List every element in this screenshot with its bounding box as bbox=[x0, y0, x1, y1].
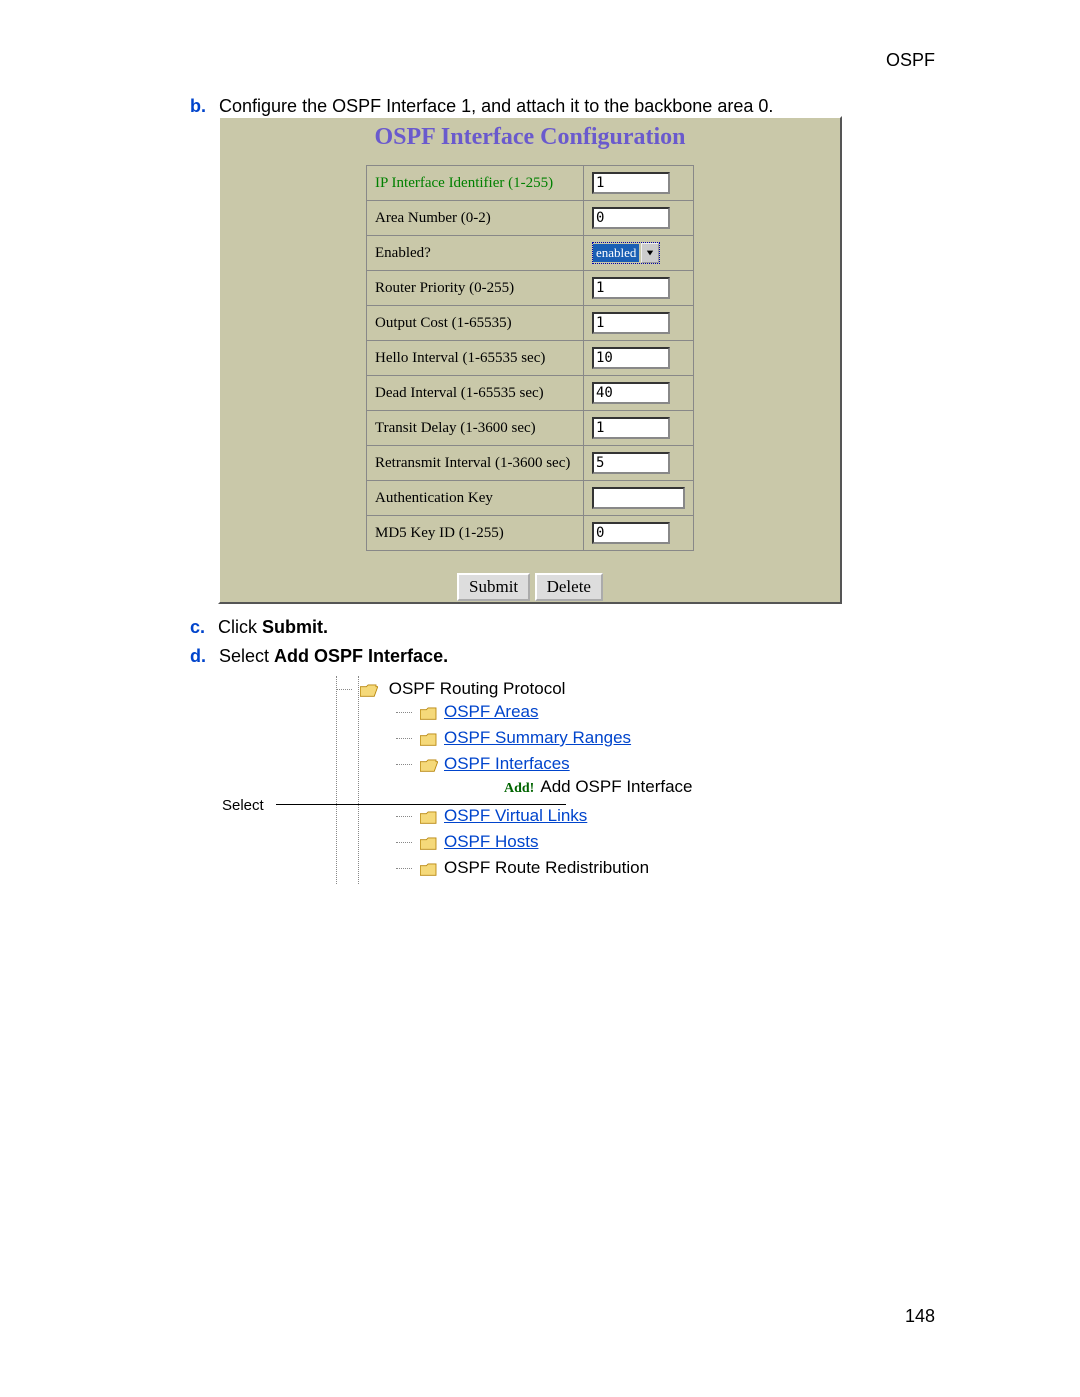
select-label: Select bbox=[222, 797, 264, 814]
tree-subgroup: Add! Add OSPF Interface bbox=[420, 774, 693, 800]
field-input[interactable] bbox=[592, 172, 670, 194]
field-value-cell bbox=[584, 516, 694, 551]
field-value-cell bbox=[584, 201, 694, 236]
field-input[interactable] bbox=[592, 382, 670, 404]
chevron-down-icon bbox=[641, 243, 659, 263]
tree-item-label[interactable]: OSPF Hosts bbox=[444, 832, 538, 851]
tree-item[interactable]: OSPF Summary Ranges bbox=[360, 725, 693, 751]
field-label: Authentication Key bbox=[367, 481, 584, 516]
field-input[interactable] bbox=[592, 452, 670, 474]
field-label: Dead Interval (1-65535 sec) bbox=[367, 376, 584, 411]
form-row: Area Number (0-2) bbox=[367, 201, 694, 236]
page-header: OSPF bbox=[886, 50, 935, 71]
form-row: IP Interface Identifier (1-255) bbox=[367, 166, 694, 201]
step-b-text: Configure the OSPF Interface 1, and atta… bbox=[219, 96, 773, 116]
folder-closed-icon bbox=[420, 732, 438, 746]
tree-item[interactable]: OSPF Areas bbox=[360, 699, 693, 725]
panel-title: OSPF Interface Configuration bbox=[220, 118, 840, 165]
delete-button[interactable]: Delete bbox=[535, 573, 603, 601]
field-value-cell bbox=[584, 376, 694, 411]
step-b-letter: b. bbox=[190, 96, 206, 116]
add-icon: Add! bbox=[504, 781, 534, 796]
enabled-select[interactable]: enabled bbox=[592, 242, 660, 264]
field-value-cell bbox=[584, 271, 694, 306]
field-label: Enabled? bbox=[367, 236, 584, 271]
field-value-cell bbox=[584, 166, 694, 201]
tree-root[interactable]: OSPF Routing Protocol OSPF Areas OSPF Sum… bbox=[322, 676, 693, 884]
field-value-cell bbox=[584, 306, 694, 341]
field-label: Transit Delay (1-3600 sec) bbox=[367, 411, 584, 446]
field-input[interactable] bbox=[592, 417, 670, 439]
step-c-text-bold: Submit. bbox=[262, 617, 328, 637]
field-label: Retransmit Interval (1-3600 sec) bbox=[367, 446, 584, 481]
field-label: Area Number (0-2) bbox=[367, 201, 584, 236]
form-row: Retransmit Interval (1-3600 sec) bbox=[367, 446, 694, 481]
field-input[interactable] bbox=[592, 207, 670, 229]
tree-item-label[interactable]: OSPF Summary Ranges bbox=[444, 728, 631, 747]
step-c: c. Click Submit. bbox=[190, 617, 328, 638]
form-row: Dead Interval (1-65535 sec) bbox=[367, 376, 694, 411]
field-label: Output Cost (1-65535) bbox=[367, 306, 584, 341]
step-d-text-bold: Add OSPF Interface. bbox=[274, 646, 448, 666]
folder-closed-icon bbox=[420, 706, 438, 720]
select-value: enabled bbox=[593, 244, 639, 262]
folder-open-icon bbox=[360, 683, 378, 697]
field-input[interactable] bbox=[592, 522, 670, 544]
tree-root-label: OSPF Routing Protocol bbox=[389, 679, 566, 698]
nav-tree: OSPF Routing Protocol OSPF Areas OSPF Sum… bbox=[322, 676, 693, 884]
folder-closed-icon bbox=[420, 862, 438, 876]
page-number: 148 bbox=[905, 1306, 935, 1327]
form-row: Output Cost (1-65535) bbox=[367, 306, 694, 341]
button-row: Submit Delete bbox=[220, 573, 840, 601]
tree-add-item[interactable]: Add! Add OSPF Interface bbox=[420, 774, 693, 800]
field-label: MD5 Key ID (1-255) bbox=[367, 516, 584, 551]
form-row: MD5 Key ID (1-255) bbox=[367, 516, 694, 551]
field-input[interactable] bbox=[592, 487, 685, 509]
field-value-cell bbox=[584, 341, 694, 376]
form-row: Authentication Key bbox=[367, 481, 694, 516]
tree-item: OSPF Route Redistribution bbox=[360, 855, 693, 881]
tree-item-label[interactable]: OSPF Virtual Links bbox=[444, 806, 587, 825]
field-value-cell bbox=[584, 446, 694, 481]
tree-item-label: OSPF Route Redistribution bbox=[444, 858, 649, 877]
folder-closed-icon bbox=[420, 810, 438, 824]
field-value-cell bbox=[584, 411, 694, 446]
field-input[interactable] bbox=[592, 347, 670, 369]
form-row: Router Priority (0-255) bbox=[367, 271, 694, 306]
step-d-text-prefix: Select bbox=[219, 646, 274, 666]
tree-item-label[interactable]: OSPF Interfaces bbox=[444, 754, 570, 773]
folder-closed-icon bbox=[420, 836, 438, 850]
tree-add-label: Add OSPF Interface bbox=[540, 777, 692, 796]
submit-button[interactable]: Submit bbox=[457, 573, 530, 601]
tree-item[interactable]: OSPF Virtual Links bbox=[360, 803, 693, 829]
tree-item-label[interactable]: OSPF Areas bbox=[444, 702, 538, 721]
step-b: b. Configure the OSPF Interface 1, and a… bbox=[190, 96, 773, 117]
ospf-config-panel: OSPF Interface Configuration IP Interfac… bbox=[218, 116, 842, 604]
step-d: d. Select Add OSPF Interface. bbox=[190, 646, 448, 667]
form-row: Hello Interval (1-65535 sec) bbox=[367, 341, 694, 376]
field-label: Router Priority (0-255) bbox=[367, 271, 584, 306]
folder-open-icon bbox=[420, 758, 438, 772]
tree-item[interactable]: OSPF Hosts bbox=[360, 829, 693, 855]
field-input[interactable] bbox=[592, 312, 670, 334]
form-row: Enabled? enabled bbox=[367, 236, 694, 271]
field-value-cell bbox=[584, 481, 694, 516]
field-label: Hello Interval (1-65535 sec) bbox=[367, 341, 584, 376]
step-c-letter: c. bbox=[190, 617, 205, 637]
config-table: IP Interface Identifier (1-255)Area Numb… bbox=[366, 165, 694, 551]
field-input[interactable] bbox=[592, 277, 670, 299]
step-d-letter: d. bbox=[190, 646, 206, 666]
field-value-cell: enabled bbox=[584, 236, 694, 271]
step-c-text-prefix: Click bbox=[218, 617, 262, 637]
tree-item[interactable]: OSPF Interfaces Add! Add OSPF Interface bbox=[360, 751, 693, 803]
field-label: IP Interface Identifier (1-255) bbox=[367, 166, 584, 201]
form-row: Transit Delay (1-3600 sec) bbox=[367, 411, 694, 446]
